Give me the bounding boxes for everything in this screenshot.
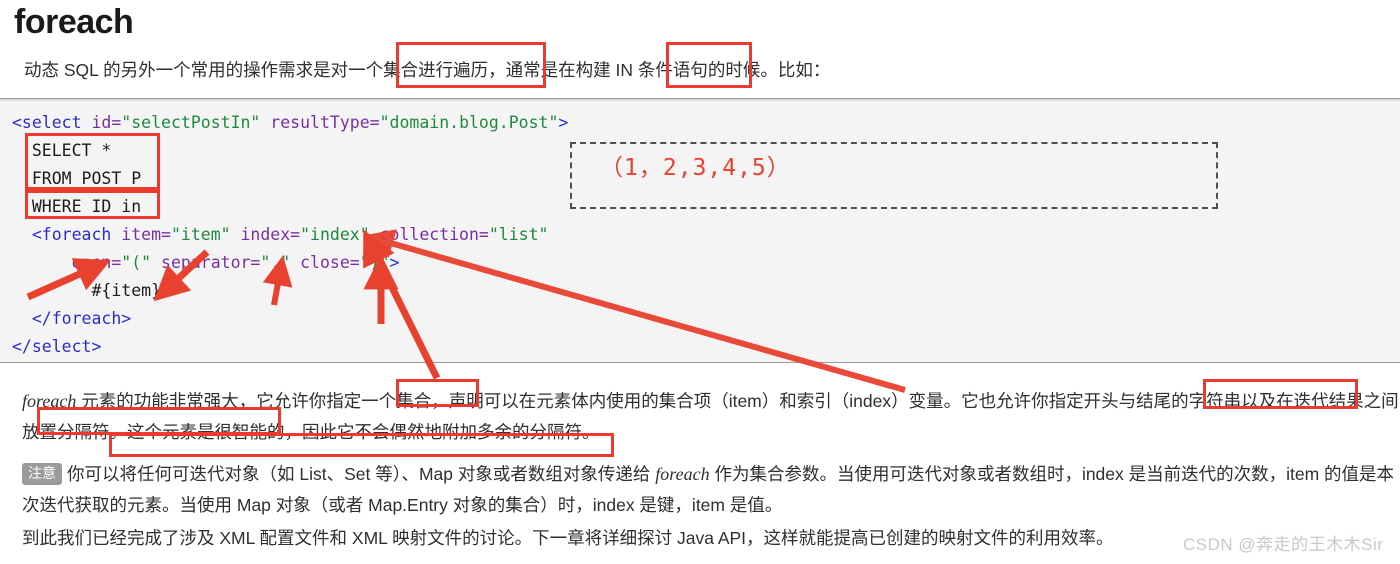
description-highlight-open-close: 开头与结尾的字符串以 bbox=[1083, 391, 1259, 411]
code-token: item= bbox=[111, 225, 171, 244]
note-text-segment-1: 你可以将任何可迭代对象（如 List、Set 等）、Map 对象或者数组对象传递… bbox=[67, 464, 656, 484]
code-line: FROM POST P bbox=[12, 165, 568, 193]
code-line: #{item} bbox=[12, 277, 568, 305]
intro-highlight-collection: 一个集合进行遍历 bbox=[348, 60, 489, 80]
description-text-segment-2: 元素的功能非常强大，它允许你指定 bbox=[76, 391, 362, 411]
final-paragraph: 到此我们已经完成了涉及 XML 配置文件和 XML 映射文件的讨论。下一章将详细… bbox=[22, 528, 1114, 548]
code-token: <foreach bbox=[12, 225, 112, 244]
code-token: "domain.blog.Post" bbox=[379, 113, 559, 132]
intro-text-segment-3: 条件语句的时候。比如： bbox=[632, 60, 831, 80]
callout-result-text: （1，2,3,4,5） bbox=[600, 155, 791, 181]
description-text-segment-3: ，声明可以在元素体内使用的集合项（item）和索引（index）变量。它也允许你… bbox=[431, 391, 1084, 411]
intro-text-segment-2: ，通常是在构建 bbox=[488, 60, 616, 80]
code-token: WHERE ID in bbox=[12, 197, 142, 216]
code-token: > bbox=[558, 113, 569, 132]
code-line: WHERE ID in bbox=[12, 193, 568, 221]
code-token: "item" bbox=[170, 225, 231, 244]
intro-highlight-in: IN bbox=[615, 60, 633, 80]
code-token: SELECT * bbox=[12, 141, 112, 160]
code-block: <select id="selectPostIn" resultType="do… bbox=[0, 98, 1400, 363]
code-token: "selectPostIn" bbox=[121, 113, 261, 132]
code-token: </foreach> bbox=[12, 309, 132, 328]
code-token: #{item} bbox=[12, 281, 162, 300]
note-badge: 注意 bbox=[22, 463, 62, 485]
description-foreach-emphasis: foreach bbox=[22, 391, 77, 411]
code-token: separator= bbox=[151, 253, 261, 272]
code-line: </select> bbox=[12, 333, 568, 361]
code-content: <select id="selectPostIn" resultType="do… bbox=[12, 109, 568, 361]
code-token: collection= bbox=[369, 225, 489, 244]
code-token: "list" bbox=[488, 225, 549, 244]
code-token: close= bbox=[290, 253, 360, 272]
csdn-watermark: CSDN @奔走的王木木Sir bbox=[1183, 535, 1384, 554]
code-line: open="(" separator="," close=")"> bbox=[12, 249, 568, 277]
note-foreach-emphasis: foreach bbox=[655, 464, 710, 484]
code-token: > bbox=[389, 253, 400, 272]
code-token: index= bbox=[230, 225, 301, 244]
code-token: id= bbox=[81, 113, 122, 132]
code-token: "index" bbox=[300, 225, 370, 244]
code-line: SELECT * bbox=[12, 137, 568, 165]
description-highlight-collection: 一个集合 bbox=[361, 391, 432, 411]
code-token: open= bbox=[12, 253, 122, 272]
code-line: <foreach item="item" index="index" colle… bbox=[12, 221, 568, 249]
description-text-segment-5: 这个元素是很智能的，因此它不会偶然地附加多余的分隔符。 bbox=[127, 422, 600, 442]
description-paragraph: foreach 元素的功能非常强大，它允许你指定一个集合，声明可以在元素体内使用… bbox=[22, 386, 1400, 448]
code-token: <select bbox=[12, 113, 82, 132]
code-token: "," bbox=[260, 253, 291, 272]
code-token: "(" bbox=[121, 253, 152, 272]
code-token: </select> bbox=[12, 337, 102, 356]
code-token: FROM POST P bbox=[12, 169, 142, 188]
code-line: <select id="selectPostIn" resultType="do… bbox=[12, 109, 568, 137]
code-token: ")" bbox=[359, 253, 390, 272]
intro-paragraph: 动态 SQL 的另外一个常用的操作需求是对一个集合进行遍历，通常是在构建 IN … bbox=[24, 55, 830, 86]
note-paragraph: 注意 你可以将任何可迭代对象（如 List、Set 等）、Map 对象或者数组对象… bbox=[22, 459, 1400, 521]
intro-text-segment-1: 动态 SQL 的另外一个常用的操作需求是对 bbox=[24, 60, 349, 80]
code-line: </foreach> bbox=[12, 305, 568, 333]
code-token: resultType= bbox=[260, 113, 380, 132]
page-title: foreach bbox=[14, 3, 134, 41]
